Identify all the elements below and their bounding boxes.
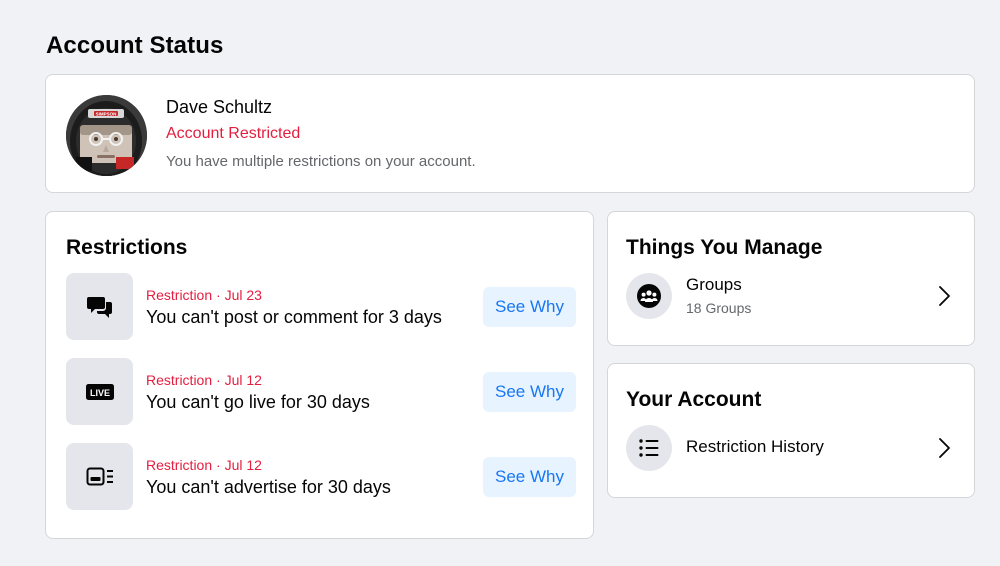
- see-why-button[interactable]: See Why: [483, 457, 576, 497]
- things-you-manage-heading: Things You Manage: [626, 236, 823, 259]
- your-account-card: Your Account Restriction History: [607, 363, 975, 498]
- restriction-icon-box: [66, 273, 133, 340]
- profile-card: SIMPSON Dave Schultz Account Restricted …: [45, 74, 975, 193]
- restriction-title: You can't post or comment for 3 days: [146, 307, 442, 327]
- restrictions-card: Restrictions Restriction · Jul 23 You ca…: [45, 211, 594, 539]
- profile-name[interactable]: Dave Schultz: [166, 97, 272, 118]
- restriction-icon-box: LIVE: [66, 358, 133, 425]
- groups-row-title: Groups: [686, 275, 742, 294]
- restrictions-heading: Restrictions: [66, 236, 188, 259]
- things-you-manage-card: Things You Manage Groups 18 Groups: [607, 211, 975, 346]
- list-icon-circle: [626, 425, 672, 471]
- list-icon: [639, 439, 659, 457]
- groups-row[interactable]: Groups 18 Groups: [626, 273, 958, 319]
- helmet-logo-text: SIMPSON: [96, 112, 117, 117]
- restriction-item-advertise: Restriction · Jul 12 You can't advertise…: [66, 443, 576, 510]
- restriction-title: You can't go live for 30 days: [146, 392, 370, 412]
- avatar[interactable]: SIMPSON: [66, 95, 147, 176]
- groups-icon-circle: [626, 273, 672, 319]
- chevron-right-icon: [939, 286, 950, 306]
- restriction-date: Restriction · Jul 12: [146, 457, 262, 473]
- restriction-icon-box: [66, 443, 133, 510]
- restriction-history-row[interactable]: Restriction History: [626, 425, 958, 471]
- groups-icon: [637, 284, 661, 308]
- live-icon: LIVE: [85, 383, 114, 400]
- ad-icon: [86, 467, 113, 485]
- restriction-item-post-comment: Restriction · Jul 23 You can't post or c…: [66, 273, 576, 340]
- restriction-item-live: LIVE Restriction · Jul 12 You can't go l…: [66, 358, 576, 425]
- your-account-heading: Your Account: [626, 388, 762, 411]
- comments-icon: [86, 296, 112, 318]
- groups-row-count: 18 Groups: [686, 300, 752, 316]
- see-why-button[interactable]: See Why: [483, 287, 576, 327]
- see-why-button[interactable]: See Why: [483, 372, 576, 412]
- restriction-date: Restriction · Jul 12: [146, 372, 262, 388]
- avatar-image: SIMPSON: [66, 95, 147, 176]
- restriction-title: You can't advertise for 30 days: [146, 477, 391, 497]
- restriction-date: Restriction · Jul 23: [146, 287, 262, 303]
- live-badge-text: LIVE: [89, 388, 109, 398]
- account-status-label: Account Restricted: [166, 125, 301, 142]
- restriction-history-title: Restriction History: [686, 437, 824, 456]
- account-status-description: You have multiple restrictions on your a…: [166, 153, 476, 170]
- chevron-right-icon: [939, 438, 950, 458]
- page-title: Account Status: [46, 32, 224, 59]
